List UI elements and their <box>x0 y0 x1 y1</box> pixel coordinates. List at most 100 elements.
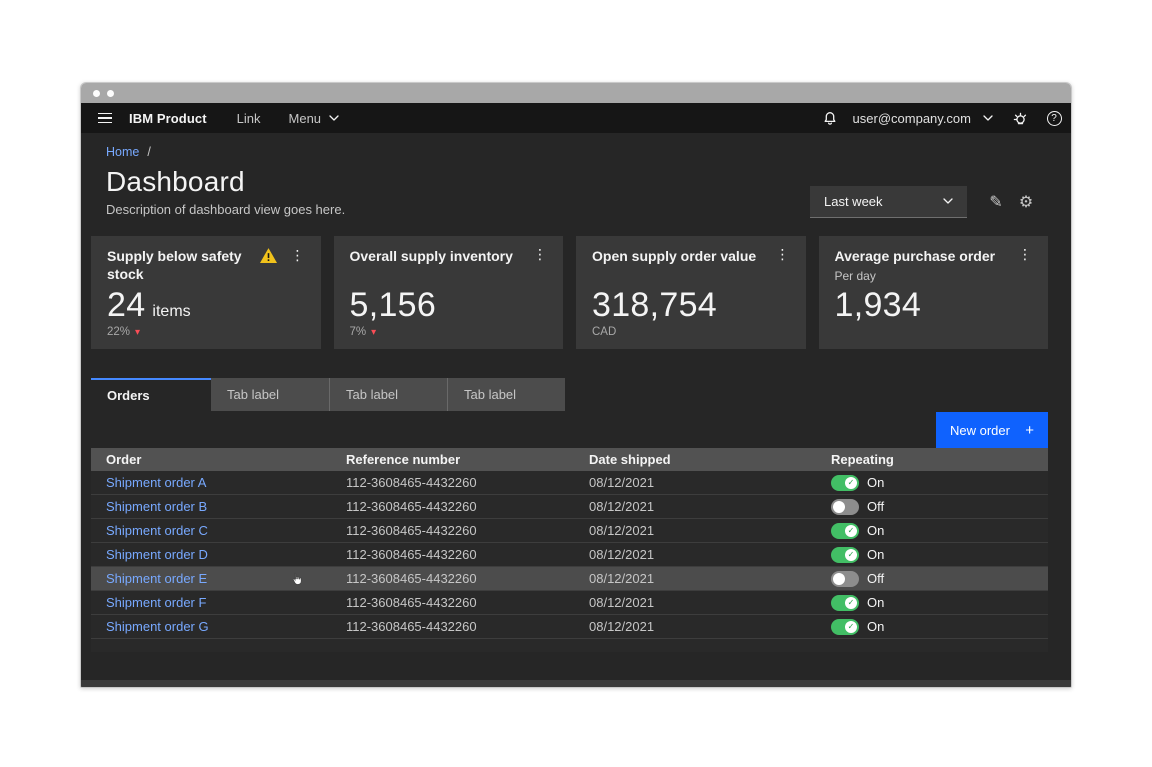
orders-table: Order Reference number Date shipped Repe… <box>91 448 1048 652</box>
toggle-knob: ✓ <box>833 573 845 585</box>
chevron-down-icon <box>943 198 953 204</box>
help-button[interactable]: ? <box>1037 103 1071 133</box>
edit-button[interactable]: ✎ <box>981 187 1011 217</box>
window-bottom-strip <box>81 680 1071 687</box>
overflow-menu-icon[interactable]: ⋮ <box>1018 248 1032 262</box>
trend-down-icon: ▾ <box>135 327 140 338</box>
card-open-supply-order-value: Open supply order value ⋮ 318,754 CAD <box>576 236 806 349</box>
reference-number: 112-3608465-4432260 <box>331 547 574 562</box>
reference-number: 112-3608465-4432260 <box>331 523 574 538</box>
date-shipped: 08/12/2021 <box>574 499 816 514</box>
hamburger-menu-icon[interactable] <box>81 103 129 133</box>
card-value: 24 <box>107 288 145 322</box>
tab-orders[interactable]: Orders <box>91 378 211 411</box>
settings-button[interactable]: ⚙ <box>1011 187 1041 217</box>
order-link[interactable]: Shipment order E <box>106 571 207 586</box>
window-control-dot[interactable] <box>107 90 114 97</box>
date-shipped: 08/12/2021 <box>574 523 816 538</box>
column-header-order[interactable]: Order <box>91 452 331 467</box>
window-control-dot[interactable] <box>93 90 100 97</box>
top-navbar: IBM Product Link Menu user@company.com <box>81 103 1071 133</box>
order-link[interactable]: Shipment order D <box>106 547 208 562</box>
column-header-repeating[interactable]: Repeating <box>816 452 1048 467</box>
date-shipped: 08/12/2021 <box>574 475 816 490</box>
nav-link[interactable]: Link <box>237 111 261 126</box>
table-row[interactable]: Shipment order A 112-3608465-4432260 08/… <box>91 471 1048 495</box>
table-row[interactable]: Shipment order B 112-3608465-4432260 08/… <box>91 495 1048 519</box>
whats-new-button[interactable] <box>1003 103 1037 133</box>
column-header-reference[interactable]: Reference number <box>331 452 574 467</box>
card-subtitle: Per day <box>835 269 1033 283</box>
trend-down-icon: ▾ <box>371 327 376 338</box>
order-link[interactable]: Shipment order C <box>106 523 208 538</box>
toggle-label: On <box>867 547 884 562</box>
table-row-hovered[interactable]: Shipment order E 112-3608465-4432260 08/… <box>91 567 1048 591</box>
tab-label-4[interactable]: Tab label <box>447 378 565 411</box>
repeating-toggle[interactable]: ✓ <box>831 595 859 611</box>
new-order-button[interactable]: New order + <box>936 412 1048 448</box>
card-spacer <box>835 325 1033 339</box>
date-shipped: 08/12/2021 <box>574 595 816 610</box>
breadcrumb-home-link[interactable]: Home <box>106 145 139 159</box>
toggle-knob: ✓ <box>845 549 857 561</box>
nav-menu[interactable]: Menu <box>289 111 340 126</box>
repeating-toggle[interactable]: ✓ <box>831 619 859 635</box>
breadcrumb: Home / <box>106 145 345 159</box>
reference-number: 112-3608465-4432260 <box>331 475 574 490</box>
product-name: IBM Product <box>129 111 207 126</box>
page-title: Dashboard <box>106 166 345 198</box>
toggle-label: On <box>867 595 884 610</box>
card-footnote: CAD <box>592 325 790 339</box>
repeating-toggle[interactable]: ✓ <box>831 499 859 515</box>
time-range-dropdown[interactable]: Last week <box>810 186 967 218</box>
toggle-knob: ✓ <box>833 501 845 513</box>
chevron-down-icon <box>329 115 339 121</box>
order-link[interactable]: Shipment order F <box>106 595 206 610</box>
tab-label-2[interactable]: Tab label <box>211 378 329 411</box>
column-header-date[interactable]: Date shipped <box>574 452 816 467</box>
warning-icon <box>260 248 277 263</box>
user-account-menu[interactable]: user@company.com <box>853 111 993 126</box>
table-row[interactable]: Shipment order F 112-3608465-4432260 08/… <box>91 591 1048 615</box>
notifications-button[interactable] <box>813 103 847 133</box>
reference-number: 112-3608465-4432260 <box>331 595 574 610</box>
repeating-toggle[interactable]: ✓ <box>831 547 859 563</box>
table-row[interactable]: Shipment order G 112-3608465-4432260 08/… <box>91 615 1048 639</box>
check-icon: ✓ <box>848 551 855 559</box>
user-email: user@company.com <box>853 111 971 126</box>
page-header: Home / Dashboard Description of dashboar… <box>81 133 1071 224</box>
toggle-label: Off <box>867 499 884 514</box>
window-titlebar[interactable] <box>81 83 1071 103</box>
table-row[interactable]: Shipment order D 112-3608465-4432260 08/… <box>91 543 1048 567</box>
overflow-menu-icon[interactable]: ⋮ <box>533 248 547 262</box>
reference-number: 112-3608465-4432260 <box>331 619 574 634</box>
toggle-label: On <box>867 619 884 634</box>
toggle-label: On <box>867 523 884 538</box>
card-value: 5,156 <box>350 288 437 322</box>
order-link[interactable]: Shipment order B <box>106 499 207 514</box>
check-icon: ✓ <box>848 623 855 631</box>
page-description: Description of dashboard view goes here. <box>106 202 345 217</box>
order-link[interactable]: Shipment order G <box>106 619 209 634</box>
overflow-menu-icon[interactable]: ⋮ <box>291 249 305 263</box>
breadcrumb-separator: / <box>147 145 150 159</box>
toggle-knob: ✓ <box>845 525 857 537</box>
overflow-menu-icon[interactable]: ⋮ <box>776 248 790 262</box>
repeating-toggle[interactable]: ✓ <box>831 475 859 491</box>
check-icon: ✓ <box>848 527 855 535</box>
table-header-row: Order Reference number Date shipped Repe… <box>91 448 1048 471</box>
plus-icon: + <box>1025 422 1034 439</box>
check-icon: ✓ <box>848 479 855 487</box>
toggle-label: On <box>867 475 884 490</box>
table-toolbar: New order + <box>91 411 1048 448</box>
repeating-toggle[interactable]: ✓ <box>831 571 859 587</box>
page-content: Home / Dashboard Description of dashboar… <box>81 133 1071 687</box>
card-trend: 7% ▾ <box>350 325 548 339</box>
table-row[interactable]: Shipment order C 112-3608465-4432260 08/… <box>91 519 1048 543</box>
tab-label-3[interactable]: Tab label <box>329 378 447 411</box>
date-shipped: 08/12/2021 <box>574 619 816 634</box>
order-link[interactable]: Shipment order A <box>106 475 206 490</box>
header-controls: Last week ✎ ⚙ <box>810 179 1041 224</box>
repeating-toggle[interactable]: ✓ <box>831 523 859 539</box>
toggle-knob: ✓ <box>845 597 857 609</box>
